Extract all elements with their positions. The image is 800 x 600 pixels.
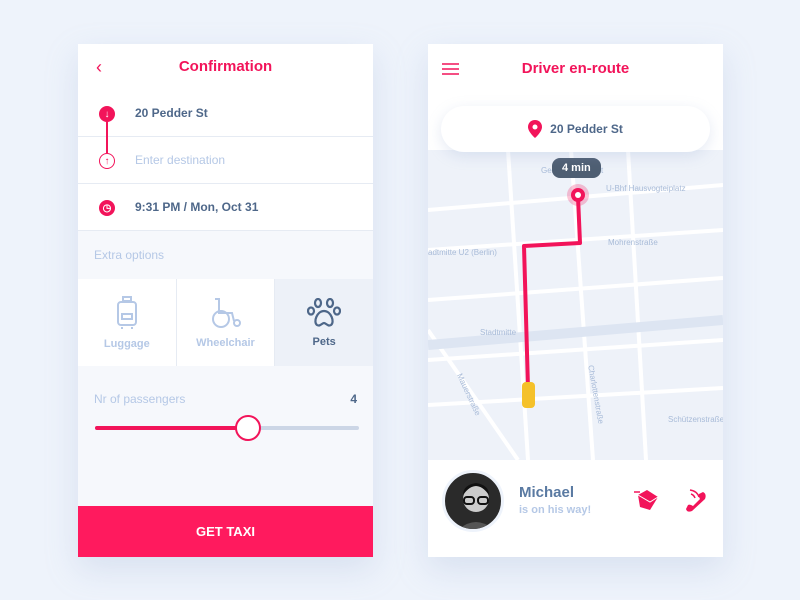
header: ‹ Confirmation [78, 44, 373, 90]
slider-fill [95, 426, 249, 430]
driver-enroute-screen: Driver en-route 20 Pedder St Gendarmenma… [428, 44, 723, 557]
eta-badge: 4 min [552, 158, 601, 178]
route-line [522, 184, 589, 408]
extra-options-label: Extra options [94, 248, 165, 262]
destination-placeholder: Enter destination [135, 153, 226, 167]
passengers-row: Nr of passengers 4 [78, 366, 373, 406]
pickup-text: 20 Pedder St [135, 106, 208, 120]
option-label: Pets [312, 335, 336, 348]
time-field[interactable]: ◷ 9:31 PM / Mon, Oct 31 [78, 184, 373, 231]
header: Driver en-route [428, 44, 723, 94]
option-label: Luggage [103, 337, 150, 350]
page-title: Driver en-route [521, 60, 630, 77]
option-wheelchair[interactable]: Wheelchair [176, 279, 276, 366]
driver-avatar [442, 470, 504, 532]
paw-icon [307, 297, 342, 327]
location-pin-icon [528, 120, 543, 138]
passengers-slider[interactable] [95, 415, 359, 441]
route-connector [106, 119, 108, 153]
clock-icon: ◷ [99, 200, 115, 216]
get-taxi-button[interactable]: GET TAXI [78, 506, 373, 557]
destination-input[interactable]: ↑ Enter destination [78, 137, 373, 184]
option-label: Wheelchair [196, 336, 255, 349]
arrow-up-icon: ↑ [99, 153, 115, 169]
phone-icon[interactable] [683, 488, 709, 514]
option-pets[interactable]: Pets [275, 279, 374, 366]
hamburger-icon[interactable] [442, 63, 459, 75]
wheelchair-icon [211, 297, 241, 328]
slider-thumb[interactable] [235, 415, 262, 441]
luggage-icon [116, 295, 137, 329]
option-luggage[interactable]: Luggage [78, 279, 177, 366]
confirmation-screen: ‹ Confirmation ↓ 20 Pedder St ↑ Enter dest… [78, 44, 374, 557]
pickup-field[interactable]: ↓ 20 Pedder St [78, 90, 373, 137]
time-text: 9:31 PM / Mon, Oct 31 [135, 200, 259, 214]
passengers-label: Nr of passengers [94, 392, 186, 406]
driver-panel: Michael is on his way! [428, 460, 723, 557]
options-group: Luggage Wheelchair Pets [78, 279, 374, 366]
passengers-value: 4 [350, 392, 357, 406]
chevron-left-icon[interactable]: ‹ [96, 44, 102, 90]
location-pill[interactable]: 20 Pedder St [441, 106, 710, 152]
page-title: Confirmation [178, 58, 273, 75]
map[interactable]: Gendarmenmarkt U-Bhf Hausvogteiplatz Moh… [428, 150, 723, 460]
location-text: 20 Pedder St [550, 122, 623, 136]
taxi-icon [522, 382, 535, 408]
message-icon[interactable] [634, 488, 660, 514]
driver-status: is on his way! [519, 504, 592, 516]
driver-name: Michael [519, 484, 575, 501]
